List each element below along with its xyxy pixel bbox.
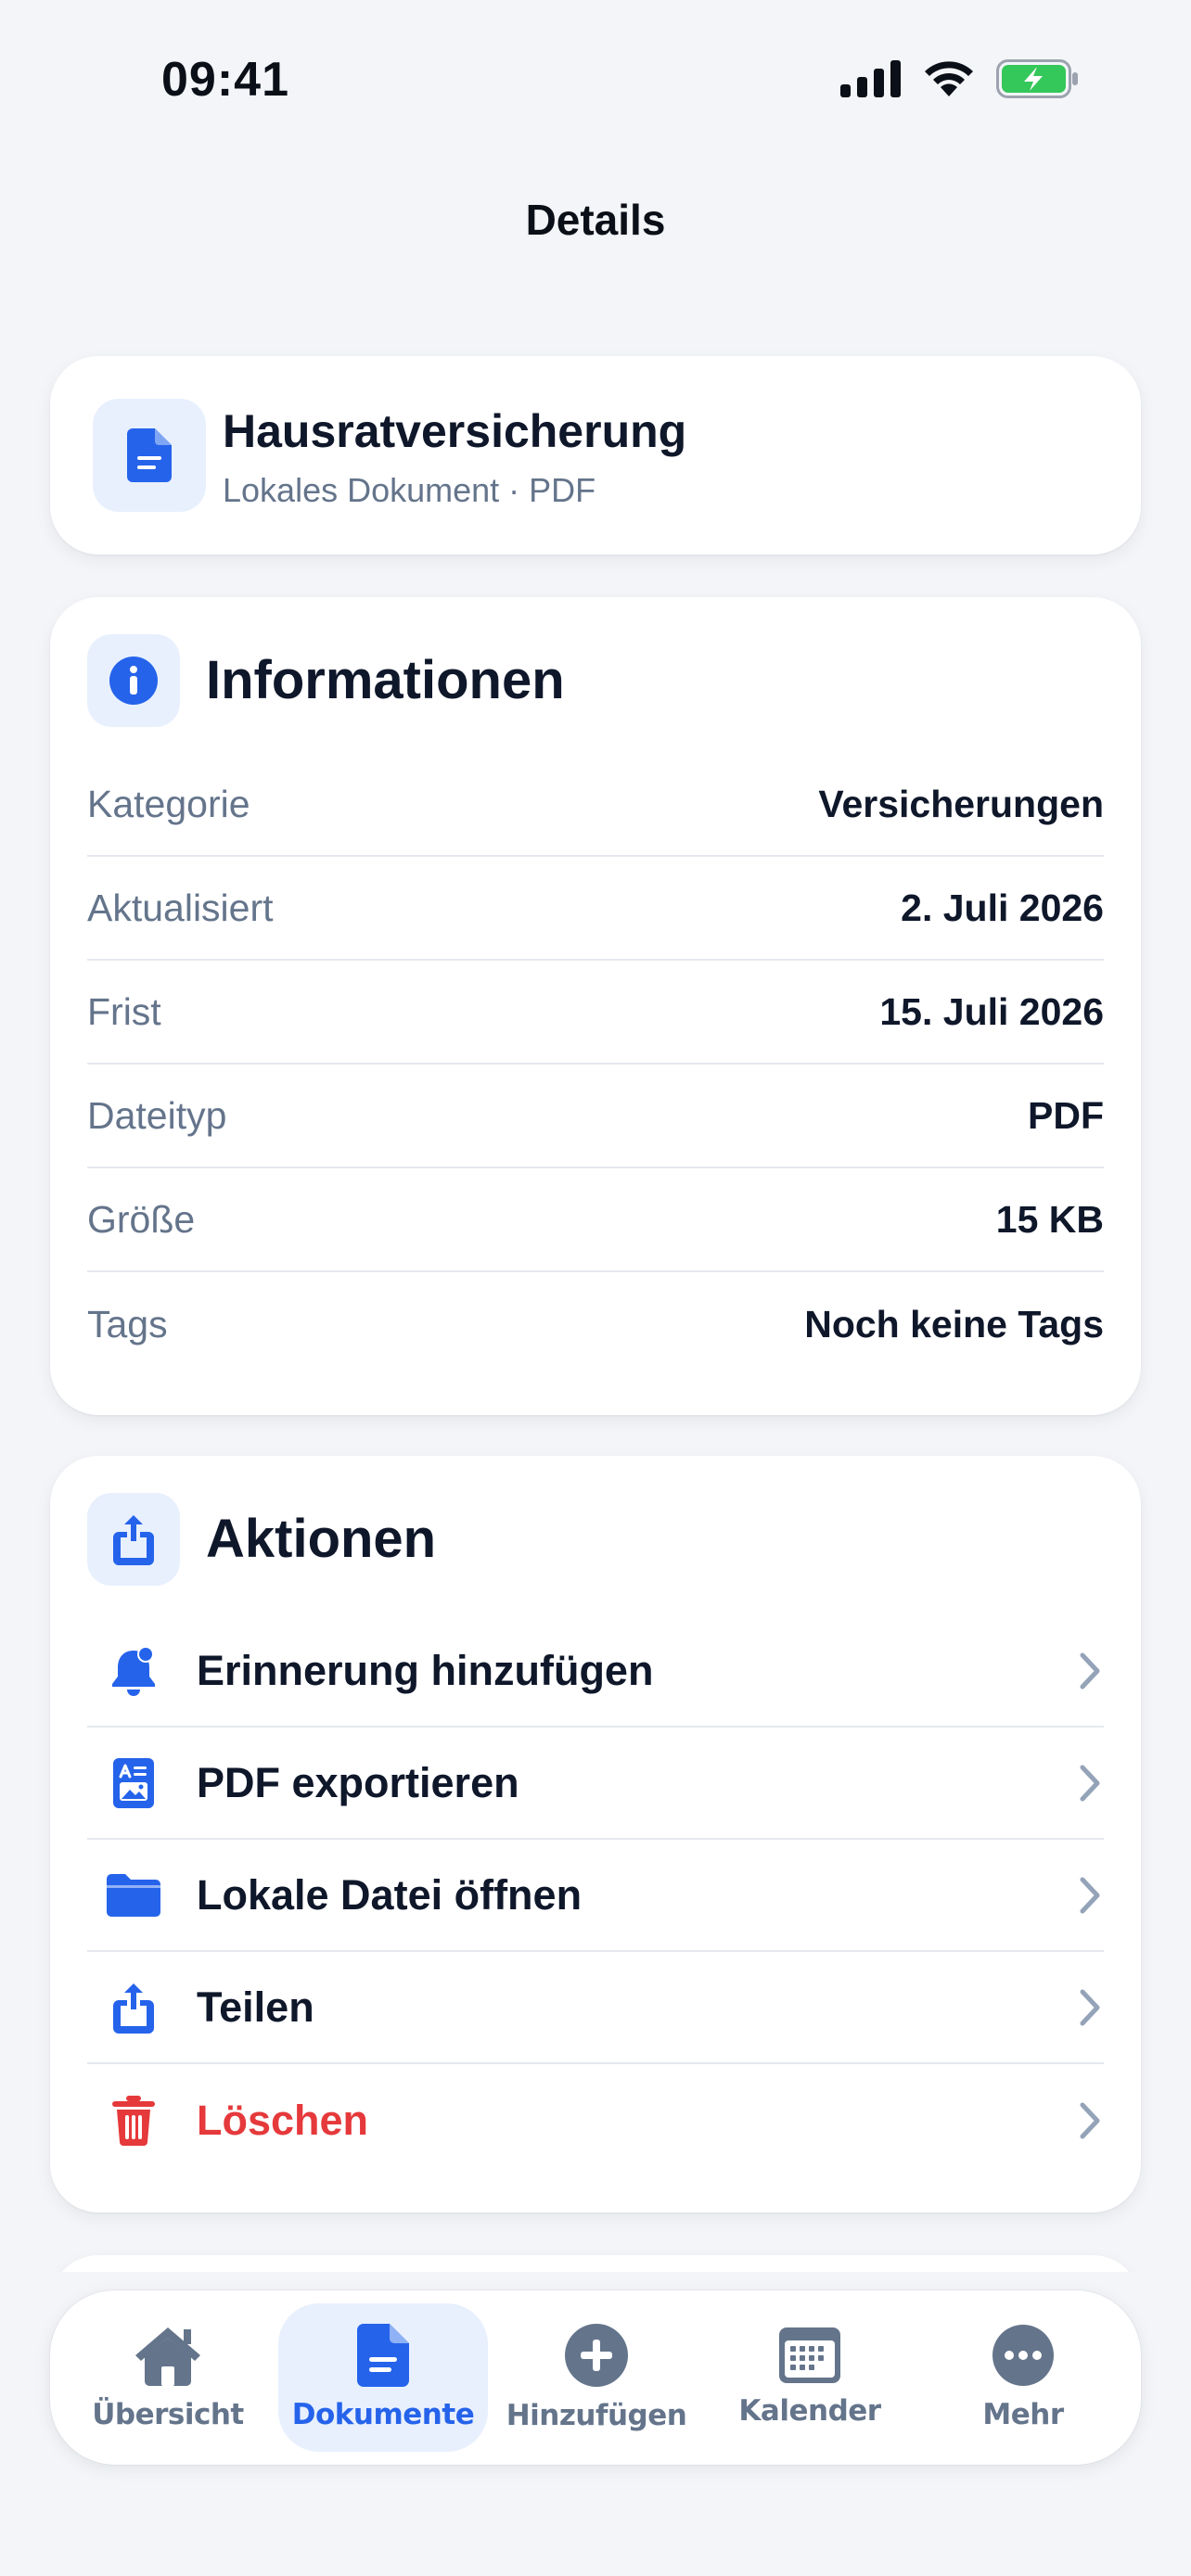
actions-card: Aktionen Erinnerung hinzufügen PDF expor… bbox=[50, 1456, 1141, 2213]
info-value: 15. Juli 2026 bbox=[879, 989, 1104, 1033]
status-icons bbox=[840, 59, 1080, 98]
chevron-right-icon bbox=[1080, 1652, 1100, 1689]
info-value: 15 KB bbox=[995, 1197, 1104, 1241]
info-label: Größe bbox=[87, 1197, 196, 1241]
action-label: Löschen bbox=[197, 2096, 369, 2144]
chevron-right-icon bbox=[1080, 1765, 1100, 1801]
tab-calendar[interactable]: Kalender bbox=[705, 2303, 915, 2452]
info-section-icon-tile bbox=[87, 634, 180, 727]
cellular-signal-icon bbox=[840, 60, 901, 97]
tab-label: Kalender bbox=[738, 2394, 881, 2428]
folder-icon bbox=[87, 1873, 180, 1917]
information-list: Kategorie Versicherungen Aktualisiert 2.… bbox=[87, 753, 1104, 1376]
info-row-category: Kategorie Versicherungen bbox=[87, 753, 1104, 857]
document-title: Hausratversicherung bbox=[223, 405, 687, 457]
info-row-size: Größe 15 KB bbox=[87, 1168, 1104, 1272]
actions-title: Aktionen bbox=[206, 1509, 437, 1569]
info-label: Dateityp bbox=[87, 1093, 227, 1137]
information-card: Informationen Kategorie Versicherungen A… bbox=[50, 597, 1141, 1415]
wifi-icon bbox=[925, 61, 973, 96]
tab-overview[interactable]: Übersicht bbox=[63, 2303, 273, 2452]
document-icon bbox=[127, 428, 172, 482]
document-header-card: Hausratversicherung Lokales Dokument · P… bbox=[50, 356, 1141, 555]
tab-more[interactable]: Mehr bbox=[918, 2303, 1128, 2452]
tab-label: Mehr bbox=[982, 2398, 1064, 2431]
chevron-right-icon bbox=[1080, 2102, 1100, 2138]
info-circle-icon bbox=[109, 657, 158, 705]
action-delete[interactable]: Löschen bbox=[87, 2064, 1104, 2176]
page-title: Details bbox=[525, 196, 666, 244]
pdf-export-icon bbox=[87, 1757, 180, 1808]
action-add-reminder[interactable]: Erinnerung hinzufügen bbox=[87, 1615, 1104, 1728]
document-icon bbox=[357, 2324, 409, 2387]
document-subtitle: Lokales Dokument · PDF bbox=[223, 471, 596, 509]
info-row-tags: Tags Noch keine Tags bbox=[87, 1272, 1104, 1376]
actions-list: Erinnerung hinzufügen PDF exportieren Lo… bbox=[87, 1615, 1104, 2176]
share-icon bbox=[87, 1982, 180, 2034]
bell-badge-icon bbox=[87, 1645, 180, 1697]
info-value: Versicherungen bbox=[818, 782, 1104, 825]
action-share[interactable]: Teilen bbox=[87, 1952, 1104, 2064]
info-row-filetype: Dateityp PDF bbox=[87, 1065, 1104, 1168]
house-icon bbox=[135, 2327, 200, 2386]
action-export-pdf[interactable]: PDF exportieren bbox=[87, 1728, 1104, 1840]
document-icon-tile bbox=[93, 399, 206, 512]
info-label: Frist bbox=[87, 989, 161, 1033]
info-row-deadline: Frist 15. Juli 2026 bbox=[87, 961, 1104, 1065]
tab-bar: Übersicht Dokumente Hinzufügen Kalender … bbox=[50, 2290, 1141, 2465]
information-title: Informationen bbox=[206, 650, 565, 710]
share-icon bbox=[113, 1515, 154, 1565]
ellipsis-circle-icon bbox=[992, 2325, 1054, 2386]
tab-add[interactable]: Hinzufügen bbox=[492, 2303, 701, 2452]
info-label: Kategorie bbox=[87, 782, 250, 825]
actions-section-icon-tile bbox=[87, 1493, 180, 1586]
action-label: Teilen bbox=[197, 1983, 314, 2031]
info-label: Aktualisiert bbox=[87, 886, 274, 929]
chevron-right-icon bbox=[1080, 1877, 1100, 1913]
info-value: Noch keine Tags bbox=[804, 1302, 1104, 1345]
action-label: Erinnerung hinzufügen bbox=[197, 1646, 654, 1694]
calendar-icon bbox=[779, 2327, 840, 2383]
info-value: PDF bbox=[1028, 1093, 1104, 1137]
tab-label: Übersicht bbox=[92, 2398, 244, 2431]
tab-label: Hinzufügen bbox=[506, 2399, 687, 2432]
battery-charging-icon bbox=[996, 59, 1078, 98]
status-bar: 09:41 bbox=[0, 0, 1191, 139]
trash-icon bbox=[87, 2095, 180, 2146]
action-label: Lokale Datei öffnen bbox=[197, 1870, 583, 1919]
plus-circle-icon bbox=[565, 2324, 628, 2387]
info-value: 2. Juli 2026 bbox=[901, 886, 1104, 929]
info-row-updated: Aktualisiert 2. Juli 2026 bbox=[87, 857, 1104, 961]
chevron-right-icon bbox=[1080, 1989, 1100, 2025]
tab-documents[interactable]: Dokumente bbox=[278, 2303, 488, 2452]
action-label: PDF exportieren bbox=[197, 1758, 519, 1806]
tab-label: Dokumente bbox=[291, 2398, 475, 2431]
info-label: Tags bbox=[87, 1302, 168, 1345]
action-open-local-file[interactable]: Lokale Datei öffnen bbox=[87, 1840, 1104, 1952]
status-time: 09:41 bbox=[161, 53, 289, 107]
